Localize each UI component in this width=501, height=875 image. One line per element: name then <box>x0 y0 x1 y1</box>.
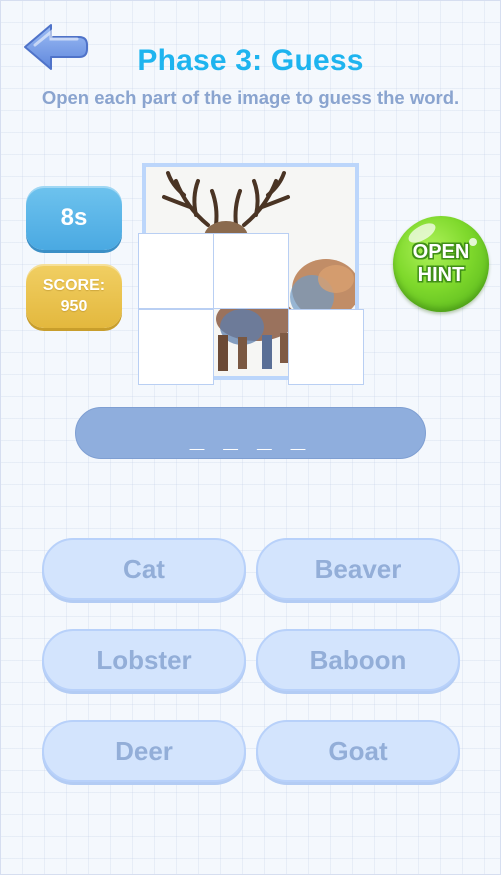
hint-label-line2: HINT <box>417 264 465 286</box>
answer-placeholder: _ _ _ _ <box>189 422 312 453</box>
score-label: SCORE: <box>42 277 106 294</box>
timer-value: 8s <box>60 204 88 231</box>
image-tile[interactable] <box>288 309 364 385</box>
score-badge: SCORE: 950 <box>26 264 122 328</box>
option-button[interactable]: Deer <box>42 720 246 782</box>
option-button[interactable]: Lobster <box>42 629 246 691</box>
page-subtitle: Open each part of the image to guess the… <box>41 87 460 108</box>
option-button[interactable]: Goat <box>256 720 460 782</box>
game-screen: Phase 3: Guess Open each part of the ima… <box>0 0 501 875</box>
image-tile[interactable] <box>138 309 214 385</box>
open-hint-button[interactable]: OPEN HINT <box>393 216 489 312</box>
page-title: Phase 3: Guess <box>137 44 364 77</box>
image-tile[interactable] <box>213 233 289 309</box>
option-button[interactable]: Beaver <box>256 538 460 600</box>
score-value: 950 <box>60 298 88 315</box>
button-shine-dot <box>469 238 477 246</box>
hint-label-line1: OPEN <box>412 241 470 263</box>
option-button[interactable]: Baboon <box>256 629 460 691</box>
option-button[interactable]: Cat <box>42 538 246 600</box>
answer-field: _ _ _ _ <box>75 407 426 459</box>
image-tile[interactable] <box>138 233 214 309</box>
timer-badge: 8s <box>26 186 122 250</box>
